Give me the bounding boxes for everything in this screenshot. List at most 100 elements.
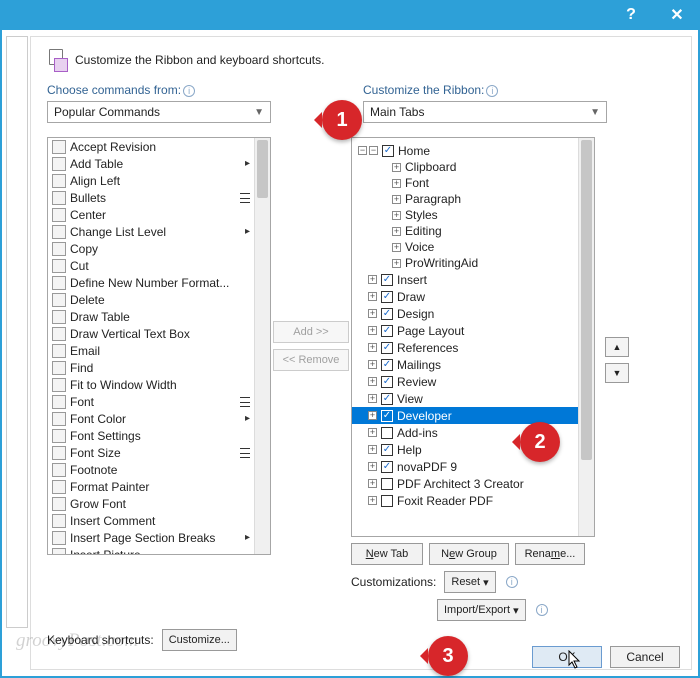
help-icon[interactable]: ? (608, 0, 654, 30)
command-item[interactable]: Insert Page Section Breaks▸ (48, 529, 254, 546)
expander-icon[interactable]: + (392, 243, 401, 252)
command-item[interactable]: Define New Number Format... (48, 274, 254, 291)
command-item[interactable]: Draw Vertical Text Box (48, 325, 254, 342)
commands-listbox[interactable]: Accept RevisionAdd Table▸Align LeftBulle… (47, 137, 271, 555)
choose-commands-combo[interactable]: Popular Commands ▼ (47, 101, 271, 123)
remove-button[interactable]: << Remove (273, 349, 349, 371)
import-export-button[interactable]: Import/Export ▾ (437, 599, 526, 621)
expander-icon[interactable]: + (368, 275, 377, 284)
expander-icon[interactable]: − (358, 146, 367, 155)
expander-icon[interactable]: + (368, 462, 377, 471)
checkbox[interactable]: ✓ (381, 359, 393, 371)
command-item[interactable]: Cut (48, 257, 254, 274)
expander-icon[interactable]: + (368, 428, 377, 437)
checkbox[interactable]: ✓ (381, 274, 393, 286)
new-group-button[interactable]: New Group (429, 543, 509, 565)
expander-icon[interactable]: + (392, 259, 401, 268)
expander-icon[interactable]: + (368, 445, 377, 454)
command-item[interactable]: Center (48, 206, 254, 223)
expander-icon[interactable]: + (368, 343, 377, 352)
command-item[interactable]: Fit to Window Width (48, 376, 254, 393)
checkbox[interactable] (381, 427, 393, 439)
command-item[interactable]: Font Size (48, 444, 254, 461)
tree-item-tab[interactable]: +✓Page Layout (352, 322, 578, 339)
customize-ribbon-combo[interactable]: Main Tabs ▼ (363, 101, 607, 123)
move-down-button[interactable]: ▼ (605, 363, 629, 383)
command-item[interactable]: Draw Table (48, 308, 254, 325)
expander-icon[interactable]: + (368, 309, 377, 318)
checkbox[interactable]: ✓ (381, 325, 393, 337)
expander-icon[interactable]: + (392, 179, 401, 188)
tree-item-tab[interactable]: +✓Design (352, 305, 578, 322)
command-item[interactable]: Bullets (48, 189, 254, 206)
ribbon-tree[interactable]: −−✓Home+Clipboard+Font+Paragraph+Styles+… (351, 137, 595, 537)
expander-icon[interactable]: + (392, 195, 401, 204)
help-icon[interactable]: i (486, 85, 498, 97)
tree-group[interactable]: +Paragraph (352, 191, 578, 207)
checkbox[interactable]: ✓ (381, 376, 393, 388)
checkbox[interactable] (381, 478, 393, 490)
tree-root[interactable]: −−✓Home (352, 142, 578, 159)
command-item[interactable]: Insert Comment (48, 512, 254, 529)
expander-icon[interactable]: + (368, 326, 377, 335)
tree-item-home[interactable]: −✓Home (369, 142, 430, 159)
tree-item-tab[interactable]: +✓Draw (352, 288, 578, 305)
checkbox[interactable]: ✓ (381, 342, 393, 354)
scrollbar[interactable] (578, 138, 594, 536)
checkbox[interactable]: ✓ (381, 393, 393, 405)
expander-icon[interactable]: − (369, 146, 378, 155)
help-icon[interactable]: i (183, 85, 195, 97)
command-item[interactable]: Footnote (48, 461, 254, 478)
tree-item-tab[interactable]: +PDF Architect 3 Creator (352, 475, 578, 492)
command-item[interactable]: Change List Level▸ (48, 223, 254, 240)
expander-icon[interactable]: + (368, 292, 377, 301)
cancel-button[interactable]: Cancel (610, 646, 680, 668)
tree-item-tab[interactable]: +✓References (352, 339, 578, 356)
expander-icon[interactable]: + (368, 377, 377, 386)
help-icon[interactable]: i (536, 604, 548, 616)
command-item[interactable]: Add Table▸ (48, 155, 254, 172)
expander-icon[interactable]: + (368, 411, 377, 420)
checkbox[interactable] (381, 495, 393, 507)
scrollbar[interactable] (254, 138, 270, 554)
expander-icon[interactable]: + (368, 394, 377, 403)
command-item[interactable]: Email (48, 342, 254, 359)
expander-icon[interactable]: + (368, 479, 377, 488)
add-button[interactable]: Add >> (273, 321, 349, 343)
checkbox[interactable]: ✓ (382, 145, 394, 157)
command-item[interactable]: Align Left (48, 172, 254, 189)
command-item[interactable]: Font (48, 393, 254, 410)
command-item[interactable]: Font Settings (48, 427, 254, 444)
new-tab-button[interactable]: New Tab (351, 543, 423, 565)
command-item[interactable]: Copy (48, 240, 254, 257)
command-item[interactable]: Delete (48, 291, 254, 308)
tree-group[interactable]: +Voice (352, 239, 578, 255)
tree-item-tab[interactable]: +✓Insert (352, 271, 578, 288)
tree-group[interactable]: +Editing (352, 223, 578, 239)
expander-icon[interactable]: + (368, 360, 377, 369)
checkbox[interactable]: ✓ (381, 291, 393, 303)
reset-button[interactable]: Reset ▾ (444, 571, 495, 593)
close-icon[interactable]: ✕ (654, 0, 700, 30)
expander-icon[interactable]: + (392, 227, 401, 236)
tree-item-tab[interactable]: +✓View (352, 390, 578, 407)
command-item[interactable]: Insert Picture (48, 546, 254, 554)
help-icon[interactable]: i (506, 576, 518, 588)
tree-item-tab[interactable]: +Foxit Reader PDF (352, 492, 578, 509)
checkbox[interactable]: ✓ (381, 410, 393, 422)
ok-button[interactable]: OK (532, 646, 602, 668)
scrollbar-thumb[interactable] (257, 140, 268, 198)
tree-group[interactable]: +Styles (352, 207, 578, 223)
command-item[interactable]: Grow Font (48, 495, 254, 512)
tree-group[interactable]: +ProWritingAid (352, 255, 578, 271)
customize-shortcuts-button[interactable]: Customize... (162, 629, 237, 651)
tree-group[interactable]: +Clipboard (352, 159, 578, 175)
checkbox[interactable]: ✓ (381, 461, 393, 473)
scrollbar-thumb[interactable] (581, 140, 592, 460)
checkbox[interactable]: ✓ (381, 444, 393, 456)
command-item[interactable]: Find (48, 359, 254, 376)
move-up-button[interactable]: ▲ (605, 337, 629, 357)
command-item[interactable]: Font Color▸ (48, 410, 254, 427)
expander-icon[interactable]: + (392, 163, 401, 172)
tree-item-tab[interactable]: +✓Review (352, 373, 578, 390)
